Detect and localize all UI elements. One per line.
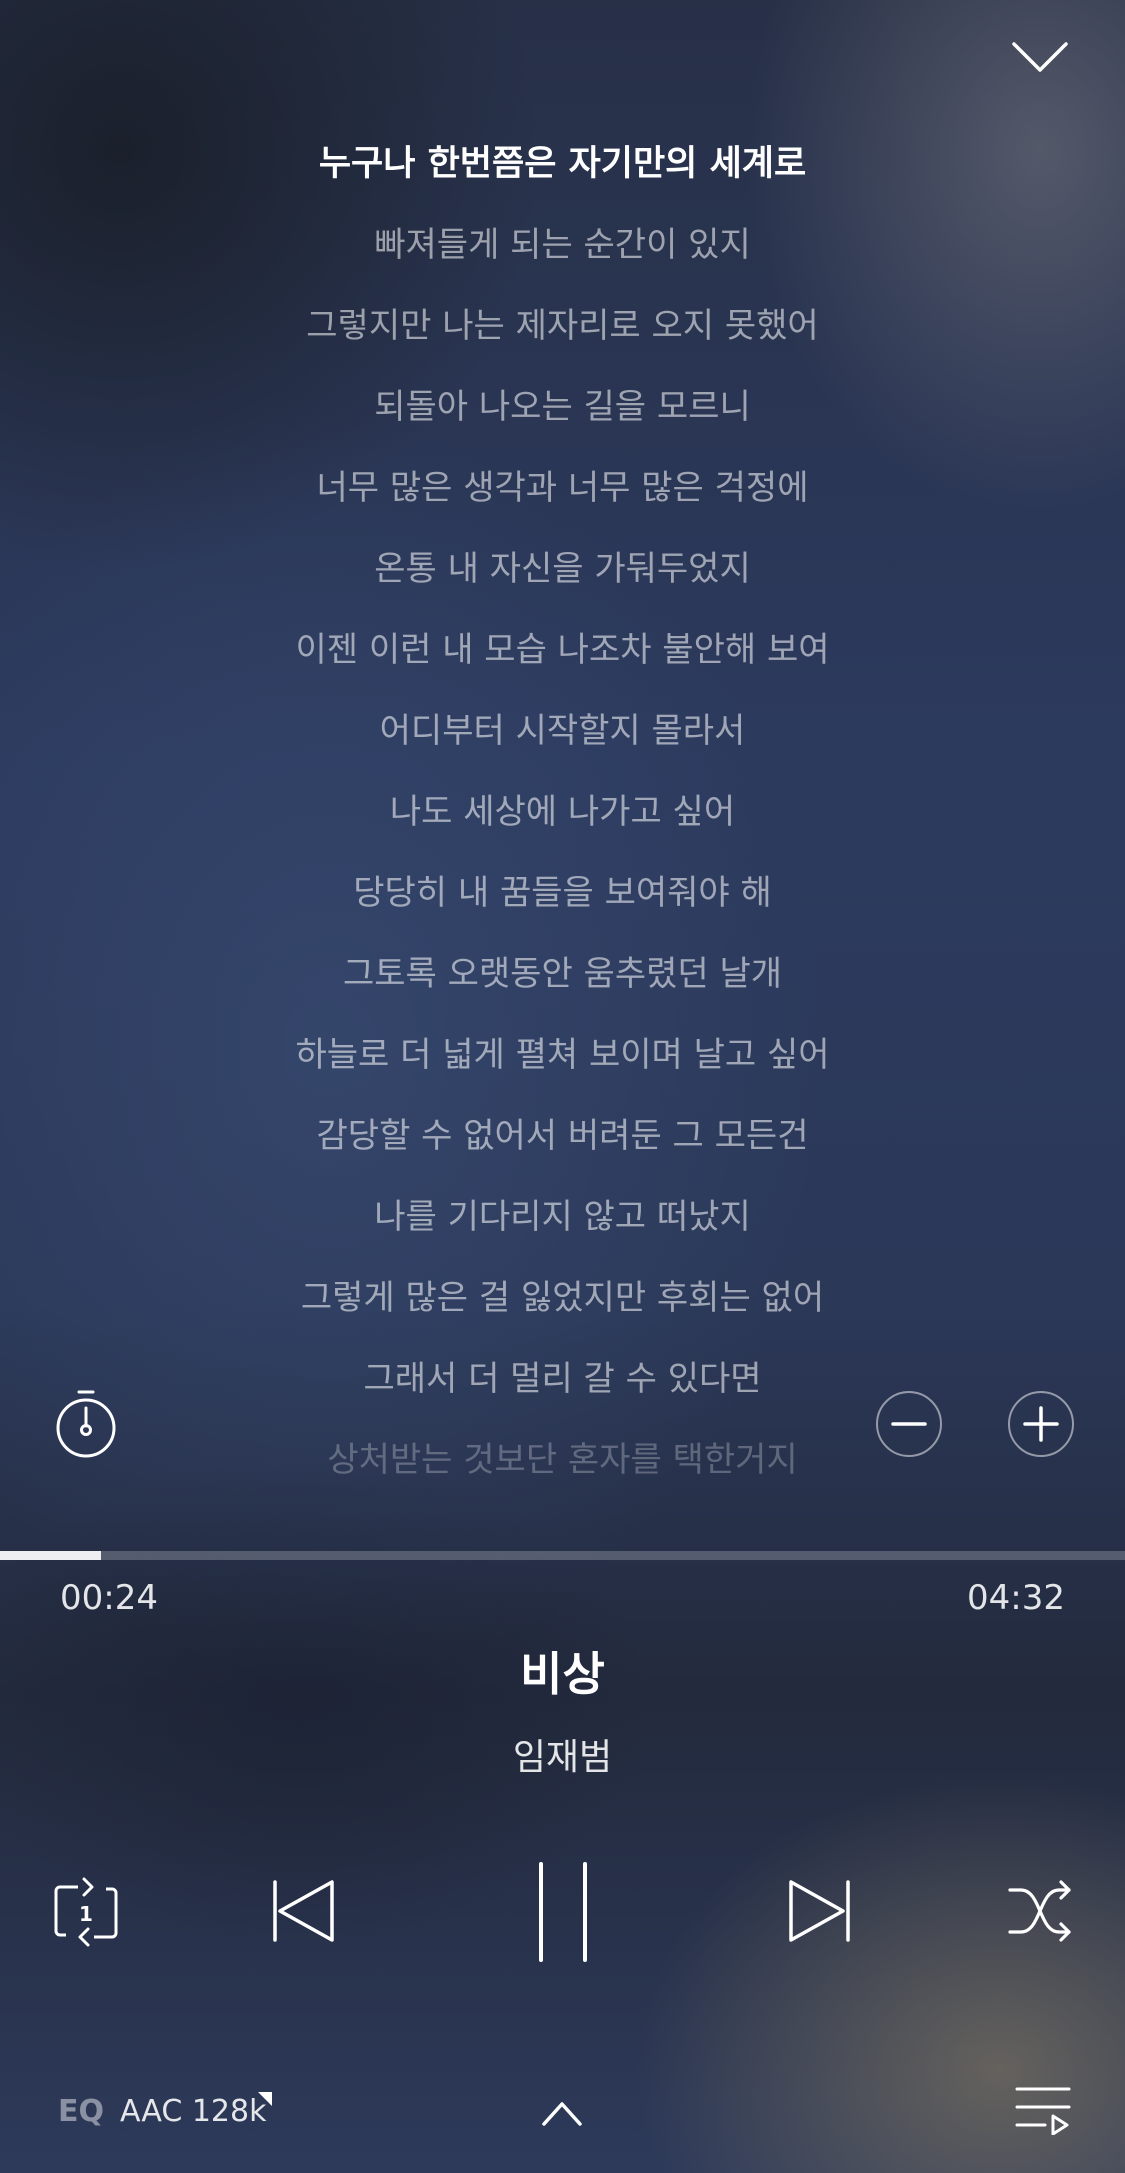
lyric-line[interactable]: 너무 많은 생각과 너무 많은 걱정에 bbox=[0, 452, 1125, 533]
lyric-line[interactable]: 어디부터 시작할지 몰라서 bbox=[0, 695, 1125, 776]
chevron-down-icon bbox=[1012, 42, 1068, 72]
lyric-line[interactable]: 상처받는 것보단 혼자를 택한거지 bbox=[0, 1424, 1125, 1505]
previous-track-button[interactable] bbox=[270, 1878, 336, 1944]
increase-lyrics-size-button[interactable] bbox=[1007, 1390, 1075, 1458]
lyric-line[interactable]: 온통 내 자신을 가둬두었지 bbox=[0, 533, 1125, 614]
song-title: 비상 bbox=[520, 1647, 605, 1701]
corner-triangle-icon bbox=[258, 2092, 272, 2106]
pause-icon bbox=[539, 1862, 587, 1962]
shuffle-icon bbox=[1008, 1880, 1071, 1942]
lyrics-list[interactable]: 누구나 한번쯤은 자기만의 세계로 빠져들게 되는 순간이 있지 그렇지만 나는 제… bbox=[0, 128, 1125, 1505]
repeat-one-icon: 1 bbox=[54, 1877, 118, 1947]
expand-panel-button[interactable] bbox=[540, 2098, 584, 2128]
lyric-line[interactable]: 당당히 내 꿈들을 보여줘야 해 bbox=[0, 857, 1125, 938]
progress-fill bbox=[0, 1551, 102, 1560]
lyric-line[interactable]: 나를 기다리지 않고 떠났지 bbox=[0, 1181, 1125, 1262]
lyric-line[interactable]: 이젠 이런 내 모습 나조차 불안해 보여 bbox=[0, 614, 1125, 695]
lyric-line[interactable]: 하늘로 더 넓게 펼쳐 보이며 날고 싶어 bbox=[0, 1019, 1125, 1100]
repeat-badge: 1 bbox=[79, 1902, 93, 1926]
repeat-button[interactable]: 1 bbox=[54, 1875, 118, 1949]
lyric-line[interactable]: 그래서 더 멀리 갈 수 있다면 bbox=[0, 1343, 1125, 1424]
progress-bar[interactable] bbox=[0, 1551, 1125, 1560]
lyric-line-current[interactable]: 누구나 한번쯤은 자기만의 세계로 bbox=[0, 128, 1125, 209]
decrease-lyrics-size-button[interactable] bbox=[875, 1390, 943, 1458]
artist-name[interactable]: 임재범 bbox=[0, 1728, 1125, 1780]
sleep-timer-button[interactable] bbox=[54, 1388, 118, 1458]
skip-previous-icon bbox=[273, 1880, 334, 1942]
next-track-button[interactable] bbox=[787, 1878, 853, 1944]
audio-quality-button[interactable]: AAC 128k bbox=[120, 2094, 266, 2129]
shuffle-button[interactable] bbox=[1007, 1878, 1073, 1944]
minus-circle-icon bbox=[876, 1391, 942, 1457]
timer-icon bbox=[56, 1390, 116, 1458]
lyric-line[interactable]: 그토록 오랫동안 움추렸던 날개 bbox=[0, 938, 1125, 1019]
lyric-line[interactable]: 나도 세상에 나가고 싶어 bbox=[0, 776, 1125, 857]
skip-next-icon bbox=[789, 1880, 850, 1942]
elapsed-time: 00:24 bbox=[60, 1578, 158, 1618]
lyric-line[interactable]: 되돌아 나오는 길을 모르니 bbox=[0, 371, 1125, 452]
plus-circle-icon bbox=[1008, 1391, 1074, 1457]
total-time: 04:32 bbox=[967, 1578, 1065, 1618]
playlist-button[interactable] bbox=[1015, 2085, 1071, 2135]
playlist-icon bbox=[1015, 2087, 1071, 2135]
play-pause-button[interactable] bbox=[530, 1860, 596, 1964]
lyric-line[interactable]: 그렇게 많은 걸 잃었지만 후회는 없어 bbox=[0, 1262, 1125, 1343]
lyric-line[interactable]: 빠져들게 되는 순간이 있지 bbox=[0, 209, 1125, 290]
lyric-line[interactable]: 그렇지만 나는 제자리로 오지 못했어 bbox=[0, 290, 1125, 371]
eq-button[interactable]: EQ bbox=[58, 2094, 104, 2129]
lyric-line[interactable]: 감당할 수 없어서 버려둔 그 모든건 bbox=[0, 1100, 1125, 1181]
collapse-player-button[interactable] bbox=[1010, 36, 1070, 80]
chevron-up-icon bbox=[542, 2102, 582, 2126]
